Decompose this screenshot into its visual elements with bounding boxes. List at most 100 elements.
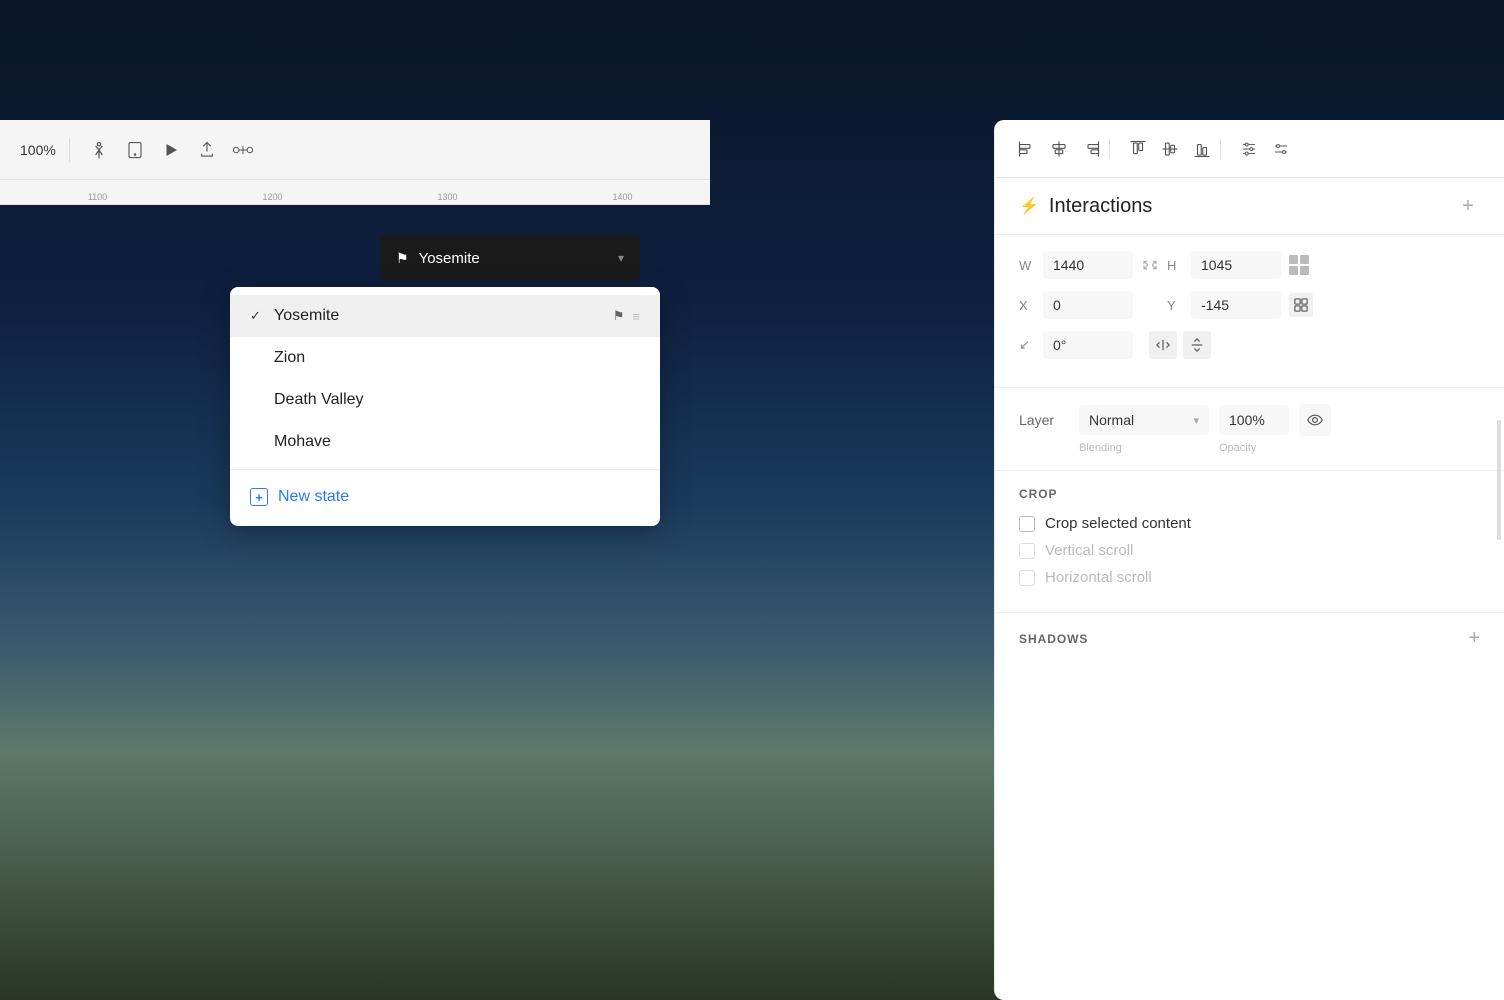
- x-input[interactable]: [1043, 291, 1133, 319]
- dropdown-label-zion: Zion: [274, 349, 640, 367]
- interactions-add-button[interactable]: +: [1456, 194, 1480, 218]
- canvas-ruler: 1100 1200 1300 1400: [0, 180, 710, 205]
- align-center-v-icon[interactable]: [1160, 139, 1180, 159]
- blend-mode-select[interactable]: Normal ▾: [1079, 405, 1209, 435]
- shadows-title: SHADOWS: [1019, 632, 1088, 646]
- crop-option-horizontal: Horizontal scroll: [1019, 569, 1480, 586]
- dropdown-label-mohave: Mohave: [274, 433, 640, 451]
- w-label: W: [1019, 258, 1035, 273]
- interactions-section: ⚡ Interactions +: [995, 178, 1504, 235]
- play-icon[interactable]: [160, 139, 182, 161]
- w-input[interactable]: [1043, 251, 1133, 279]
- ruler-mark-1300: 1300: [360, 192, 535, 202]
- opacity-sublabel: Opacity: [1219, 442, 1349, 454]
- align-group-1: [1009, 139, 1110, 159]
- canvas-area: ⚑ Yosemite ▾ ✓ Yosemite ⚑ ≡ Zion Death V…: [0, 205, 710, 1000]
- dropdown-label-yosemite: Yosemite: [274, 307, 601, 325]
- adjust-group: [1231, 139, 1299, 159]
- top-toolbar: 100%: [0, 120, 710, 180]
- align-center-h-icon[interactable]: [1049, 139, 1069, 159]
- x-label: X: [1019, 298, 1035, 313]
- new-state-button[interactable]: + New state: [230, 476, 660, 518]
- dropdown-label-death-valley: Death Valley: [274, 391, 640, 409]
- flip-vertical-icon[interactable]: [1183, 331, 1211, 359]
- menu-lines-icon: ≡: [632, 309, 640, 324]
- interactions-header: ⚡ Interactions +: [1019, 194, 1480, 218]
- blending-sublabel: Blending: [1079, 442, 1209, 454]
- blend-dropdown-arrow: ▾: [1193, 414, 1199, 427]
- corner-pivot-icon[interactable]: [1289, 293, 1313, 317]
- tablet-icon[interactable]: [124, 139, 146, 161]
- align-left-icon[interactable]: [1017, 139, 1037, 159]
- zoom-level[interactable]: 100%: [10, 138, 70, 162]
- adjust-icon[interactable]: [1239, 139, 1259, 159]
- horizontal-scroll-checkbox[interactable]: [1019, 570, 1035, 586]
- shadows-section: SHADOWS +: [995, 613, 1504, 664]
- dimension-row: W H: [1019, 251, 1480, 279]
- export-icon[interactable]: [196, 139, 218, 161]
- y-input[interactable]: [1191, 291, 1281, 319]
- dropdown-item-zion[interactable]: Zion: [230, 337, 660, 379]
- layer-section: Layer Normal ▾ Blending Opacity: [995, 388, 1504, 471]
- dropdown-divider: [230, 469, 660, 470]
- state-selector-button[interactable]: ⚑ Yosemite ▾: [380, 235, 640, 281]
- lightning-icon: ⚡: [1019, 196, 1039, 216]
- horizontal-scroll-label: Horizontal scroll: [1045, 569, 1152, 586]
- checkmark-icon: ✓: [250, 308, 266, 324]
- crop-section: CROP Crop selected content Vertical scro…: [995, 471, 1504, 613]
- position-row: X Y: [1019, 291, 1480, 319]
- state-flag-icon: ⚑: [396, 250, 409, 267]
- grid-icon: [1289, 255, 1309, 275]
- flag-icon-yosemite: ⚑: [613, 308, 625, 324]
- state-dropdown-menu: ✓ Yosemite ⚑ ≡ Zion Death Valley Mohave …: [230, 287, 660, 526]
- blend-mode-value: Normal: [1089, 412, 1134, 428]
- properties-section: W H X Y: [995, 235, 1504, 388]
- layer-row: Layer Normal ▾: [1019, 404, 1480, 436]
- ruler-mark-1200: 1200: [185, 192, 360, 202]
- new-state-label: New state: [278, 488, 349, 506]
- scroll-indicator: [1497, 420, 1501, 540]
- flip-icons: [1149, 331, 1211, 359]
- ruler-mark-1400: 1400: [535, 192, 710, 202]
- ruler-mark-1100: 1100: [10, 192, 185, 202]
- sliders-icon[interactable]: [1271, 139, 1291, 159]
- accessibility-icon[interactable]: [88, 139, 110, 161]
- vertical-scroll-label: Vertical scroll: [1045, 542, 1133, 559]
- state-button-label: Yosemite: [419, 250, 608, 267]
- dropdown-item-death-valley[interactable]: Death Valley: [230, 379, 660, 421]
- crop-title: CROP: [1019, 487, 1480, 501]
- resize-icon: [1141, 258, 1159, 272]
- opacity-input[interactable]: [1219, 405, 1289, 435]
- shadows-add-button[interactable]: +: [1468, 627, 1480, 650]
- crop-option-main: Crop selected content: [1019, 515, 1480, 532]
- align-right-icon[interactable]: [1081, 139, 1101, 159]
- vertical-scroll-checkbox[interactable]: [1019, 543, 1035, 559]
- flip-horizontal-icon[interactable]: [1149, 331, 1177, 359]
- shadows-header: SHADOWS +: [1019, 627, 1480, 650]
- h-input[interactable]: [1191, 251, 1281, 279]
- interactions-title-row: ⚡ Interactions: [1019, 195, 1152, 218]
- new-state-icon: +: [250, 488, 268, 506]
- panel-toolbar: [995, 120, 1504, 178]
- crop-selected-checkbox[interactable]: [1019, 516, 1035, 532]
- rotation-input[interactable]: [1043, 331, 1133, 359]
- rotation-row: ↙: [1019, 331, 1480, 359]
- connections-icon[interactable]: [232, 139, 254, 161]
- dropdown-item-yosemite[interactable]: ✓ Yosemite ⚑ ≡: [230, 295, 660, 337]
- align-bottom-icon[interactable]: [1192, 139, 1212, 159]
- visibility-toggle[interactable]: [1299, 404, 1331, 436]
- right-panel: ⚡ Interactions + W H: [994, 120, 1504, 1000]
- layer-sublabels: Blending Opacity: [1079, 442, 1480, 454]
- layer-label: Layer: [1019, 412, 1069, 428]
- rotation-label: ↙: [1019, 337, 1035, 353]
- align-top-icon[interactable]: [1128, 139, 1148, 159]
- toolbar-icons: [78, 139, 264, 161]
- align-group-2: [1120, 139, 1221, 159]
- h-label: H: [1167, 258, 1183, 273]
- crop-option-vertical: Vertical scroll: [1019, 542, 1480, 559]
- interactions-title: Interactions: [1049, 195, 1152, 218]
- y-label: Y: [1167, 298, 1183, 313]
- dropdown-item-mohave[interactable]: Mohave: [230, 421, 660, 463]
- chevron-down-icon: ▾: [618, 251, 624, 265]
- crop-selected-label: Crop selected content: [1045, 515, 1191, 532]
